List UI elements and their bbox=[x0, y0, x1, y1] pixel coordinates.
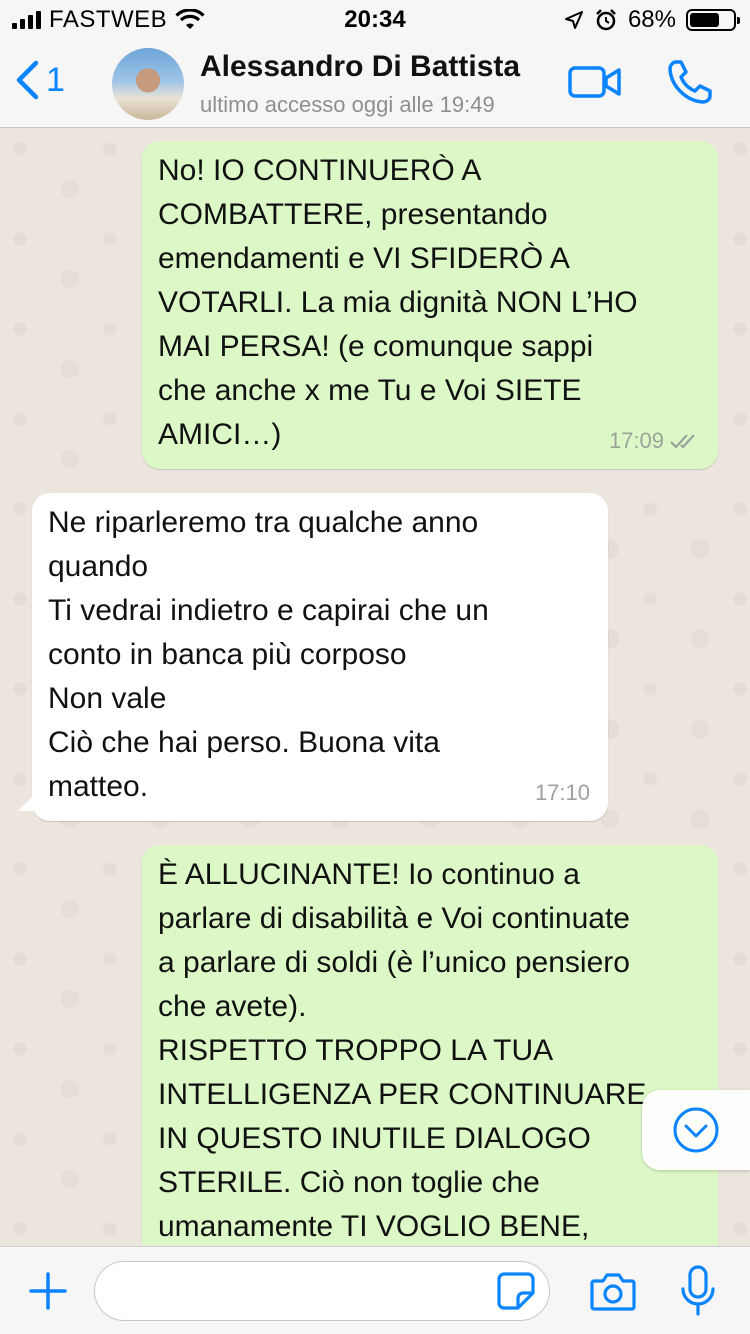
message-bubble-outgoing[interactable]: No! IO CONTINUERÒ A COMBATTERE, presenta… bbox=[142, 141, 718, 469]
phone-icon bbox=[668, 60, 712, 104]
location-arrow-icon bbox=[564, 11, 583, 29]
message-input[interactable] bbox=[94, 1261, 550, 1321]
message-text: È ALLUCINANTE! Io continuo a parlare di … bbox=[158, 858, 647, 1243]
input-bar bbox=[0, 1246, 750, 1334]
battery-percent: 68% bbox=[627, 6, 676, 33]
message-time: 17:09 bbox=[608, 428, 664, 453]
attach-button[interactable] bbox=[28, 1271, 68, 1316]
message-meta: 17:09 bbox=[609, 419, 700, 463]
chat-header: 1 Alessandro Di Battista ultimo accesso … bbox=[0, 40, 750, 128]
camera-button[interactable] bbox=[590, 1271, 636, 1316]
battery-icon bbox=[686, 9, 740, 31]
message-bubble-outgoing[interactable]: È ALLUCINANTE! Io continuo a parlare di … bbox=[142, 845, 718, 1245]
chat-area[interactable]: No! IO CONTINUERÒ A COMBATTERE, presenta… bbox=[0, 129, 750, 1245]
contact-name[interactable]: Alessandro Di Battista bbox=[200, 50, 520, 84]
video-call-button[interactable] bbox=[568, 64, 622, 105]
sticker-icon bbox=[497, 1272, 535, 1310]
microphone-button[interactable] bbox=[680, 1265, 716, 1322]
double-check-icon bbox=[670, 434, 695, 449]
back-button[interactable]: 1 bbox=[14, 60, 65, 100]
message-meta: 17:10 bbox=[535, 771, 590, 815]
chevron-left-icon bbox=[16, 60, 39, 100]
sticker-button[interactable] bbox=[496, 1271, 536, 1316]
voice-call-button[interactable] bbox=[666, 58, 714, 111]
video-call-icon bbox=[568, 66, 621, 98]
plus-icon bbox=[29, 1272, 67, 1310]
microphone-icon bbox=[681, 1265, 715, 1316]
bubble-tail bbox=[18, 791, 38, 811]
last-seen: ultimo accesso oggi alle 19:49 bbox=[200, 92, 495, 117]
alarm-icon bbox=[596, 9, 616, 31]
scroll-to-bottom-button[interactable] bbox=[642, 1090, 750, 1170]
status-right: 68% bbox=[564, 6, 740, 34]
unread-count: 1 bbox=[46, 60, 65, 99]
message-text: No! IO CONTINUERÒ A COMBATTERE, presenta… bbox=[158, 154, 638, 451]
chevron-down-circle-icon bbox=[673, 1107, 719, 1153]
message-text: Ne riparleremo tra qualche anno quando T… bbox=[48, 506, 489, 803]
battery-level bbox=[690, 13, 719, 27]
message-time: 17:10 bbox=[534, 780, 590, 805]
status-bar: FASTWEB 20:34 68% bbox=[0, 0, 750, 40]
message-bubble-incoming[interactable]: Ne riparleremo tra qualche anno quando T… bbox=[32, 493, 608, 821]
camera-icon bbox=[590, 1273, 636, 1311]
avatar[interactable] bbox=[112, 48, 184, 120]
